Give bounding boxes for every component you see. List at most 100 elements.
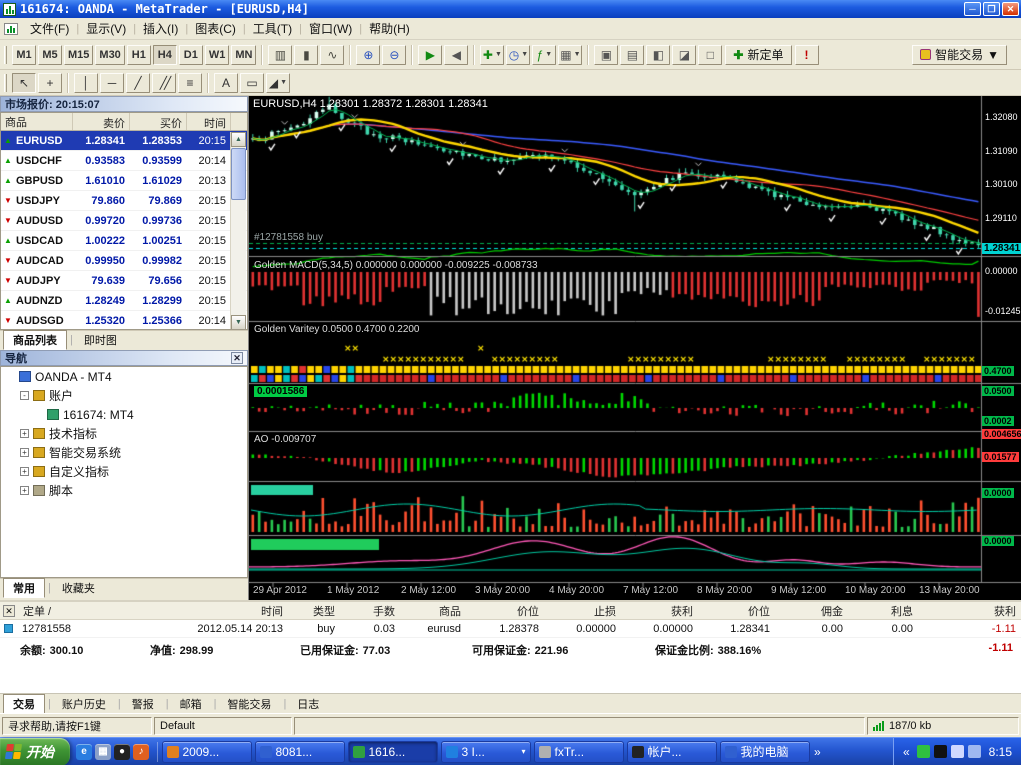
price-chart-canvas[interactable] [249, 96, 1021, 600]
fibonacci-tool-icon[interactable]: ≡ [178, 73, 202, 93]
task-button-6[interactable]: 我的电脑 [720, 741, 810, 763]
terminal-close-icon[interactable]: ✕ [3, 605, 15, 617]
toolbar-grip[interactable] [4, 46, 7, 64]
market-watch-row-audcad[interactable]: ▼AUDCAD0.999500.9998220:15 [1, 251, 247, 271]
tray-green-icon[interactable] [917, 745, 930, 758]
terminal-column-7[interactable]: 获利 [621, 603, 698, 619]
cascade-windows-icon[interactable]: ▣ [594, 45, 618, 65]
terminal-column-2[interactable]: 类型 [288, 603, 340, 619]
market-watch-column-headers[interactable]: 商品 卖价 买价 时间 [1, 113, 247, 131]
collapse-minus-icon[interactable]: - [20, 391, 29, 400]
terminal-column-1[interactable]: 时间 [168, 603, 288, 619]
zoom-out-icon[interactable]: ⊖ [382, 45, 406, 65]
label-tool-icon[interactable]: ▭ [240, 73, 264, 93]
quick-launch-ie-icon[interactable]: e [76, 744, 92, 760]
chart-area[interactable]: EURUSD,H4 1.28301 1.28372 1.28301 1.2834… [248, 96, 1021, 600]
fullscreen-icon[interactable]: □ [698, 45, 722, 65]
task-button-3[interactable]: 3 I...▾ [441, 741, 531, 763]
terminal-tab-1[interactable]: 账户历史 [53, 695, 115, 713]
zoom-in-icon[interactable]: ⊕ [356, 45, 380, 65]
navigator-close-icon[interactable]: ✕ [231, 352, 243, 364]
market-watch-row-audusd[interactable]: ▼AUDUSD0.997200.9973620:15 [1, 211, 247, 231]
terminal-column-8[interactable]: 价位 [698, 603, 775, 619]
terminal-column-10[interactable]: 利息 [848, 603, 918, 619]
auto-scroll-icon[interactable]: ▶ [418, 45, 442, 65]
market-watch-row-audnzd[interactable]: ▲AUDNZD1.282491.2829920:15 [1, 291, 247, 311]
terminal-column-3[interactable]: 手数 [340, 603, 400, 619]
indicators-list-icon[interactable]: ƒ▼ [532, 45, 556, 65]
menu-item-3[interactable]: 图表(C) [188, 18, 243, 39]
nav-item-oanda-mt4[interactable]: OANDA - MT4 [1, 367, 247, 386]
timeframe-m1-button[interactable]: M1 [12, 45, 36, 65]
terminal-column-headers[interactable]: 定单 /时间类型手数商品价位止损获利价位佣金利息获利 [0, 602, 1021, 620]
open-order-row[interactable]: 127815582012.05.14 20:13buy0.03eurusd1.2… [0, 620, 1021, 638]
tray-qq-icon[interactable] [934, 745, 947, 758]
vline-tool-icon[interactable]: │ [74, 73, 98, 93]
terminal-tab-0[interactable]: 交易 [3, 694, 45, 714]
column-symbol[interactable]: 商品 [1, 113, 73, 130]
close-button[interactable]: ✕ [1002, 2, 1019, 16]
chart-window-icon[interactable] [4, 23, 18, 35]
market-watch-row-audsgd[interactable]: ▼AUDSGD1.253201.2536620:14 [1, 311, 247, 330]
quick-launch-desktop-icon[interactable]: ▦ [95, 744, 111, 760]
market-watch-row-usdchf[interactable]: ▲USDCHF0.935830.9359920:14 [1, 151, 247, 171]
terminal-column-0[interactable]: 定单 / [18, 603, 168, 619]
tray-collapse-chevron-icon[interactable]: « [903, 745, 910, 759]
expand-plus-icon[interactable]: + [20, 448, 29, 457]
menu-item-2[interactable]: 插入(I) [136, 18, 185, 39]
quick-launch-media-icon[interactable]: ♪ [133, 744, 149, 760]
nav-item-indicators[interactable]: +技术指标 [1, 424, 247, 443]
bar-chart-icon[interactable]: ▥ [268, 45, 292, 65]
market-watch-row-usdcad[interactable]: ▲USDCAD1.002221.0025120:15 [1, 231, 247, 251]
timeframe-d1-button[interactable]: D1 [179, 45, 203, 65]
expand-plus-icon[interactable]: + [20, 429, 29, 438]
column-time[interactable]: 时间 [187, 113, 231, 130]
navigator-toggle-icon[interactable]: ◧ [646, 45, 670, 65]
market-watch-row-usdjpy[interactable]: ▼USDJPY79.86079.86920:15 [1, 191, 247, 211]
tray-volume-icon[interactable] [951, 745, 964, 758]
terminal-tab-5[interactable]: 日志 [288, 695, 328, 713]
menu-item-0[interactable]: 文件(F) [23, 18, 76, 39]
terminal-tab-4[interactable]: 智能交易 [218, 695, 280, 713]
quick-launch-qq-icon[interactable]: ● [114, 744, 130, 760]
scroll-down-icon[interactable]: ▼ [231, 315, 246, 330]
task-button-0[interactable]: 2009... [162, 741, 252, 763]
scrollbar-thumb[interactable] [231, 148, 246, 200]
menu-item-1[interactable]: 显示(V) [79, 18, 133, 39]
nav-item-account-161674[interactable]: 161674: MT4 [1, 405, 247, 424]
market-watch-tab-0[interactable]: 商品列表 [3, 330, 67, 350]
market-watch-row-audjpy[interactable]: ▼AUDJPY79.63979.65620:15 [1, 271, 247, 291]
tile-windows-icon[interactable]: ▤ [620, 45, 644, 65]
new-order-button[interactable]: ✚ 新定单 [725, 45, 791, 65]
arrows-tool-icon[interactable]: ◢▼ [266, 73, 290, 93]
status-profile[interactable]: Default [154, 717, 292, 735]
nav-item-scripts[interactable]: +脚本 [1, 481, 247, 500]
timeframe-h4-button[interactable]: H4 [153, 45, 177, 65]
menu-item-6[interactable]: 帮助(H) [362, 18, 417, 39]
crosshair-tool-icon[interactable]: + [38, 73, 62, 93]
market-watch-row-eurusd[interactable]: ▲EURUSD1.283411.2835320:15 [1, 131, 247, 151]
candlestick-chart-icon[interactable]: ▮ [294, 45, 318, 65]
task-button-2[interactable]: 1616... [348, 741, 438, 763]
task-button-1[interactable]: 8081... [255, 741, 345, 763]
toolbar-grip[interactable] [4, 74, 7, 92]
hline-tool-icon[interactable]: ─ [100, 73, 124, 93]
minimize-button[interactable]: ─ [964, 2, 981, 16]
new-order-plus-icon[interactable]: ✚▼ [480, 45, 504, 65]
terminal-tab-3[interactable]: 邮箱 [171, 695, 211, 713]
task-button-5[interactable]: 帐户... [627, 741, 717, 763]
title-bar[interactable]: 161674: OANDA - MetaTrader - [EURUSD,H4]… [0, 0, 1021, 18]
navigator-tab-1[interactable]: 收藏夹 [53, 579, 104, 597]
timeframe-m5-button[interactable]: M5 [38, 45, 62, 65]
toolbar-overflow-chevron-icon[interactable]: » [814, 745, 821, 759]
menu-item-4[interactable]: 工具(T) [246, 18, 299, 39]
text-tool-icon[interactable]: A [214, 73, 238, 93]
tray-network-icon[interactable] [968, 745, 981, 758]
trendline-tool-icon[interactable]: ╱ [126, 73, 150, 93]
timeframe-h1-button[interactable]: H1 [127, 45, 151, 65]
channel-tool-icon[interactable]: ╱╱ [152, 73, 176, 93]
line-chart-icon[interactable]: ∿ [320, 45, 344, 65]
timeframe-m30-button[interactable]: M30 [95, 45, 124, 65]
terminal-tab-2[interactable]: 警报 [123, 695, 163, 713]
taskbar-clock[interactable]: 8:15 [989, 745, 1012, 759]
